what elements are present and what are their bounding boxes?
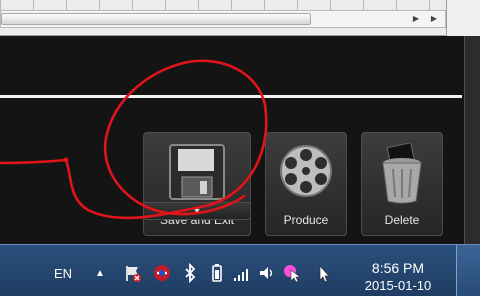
cursor-icon <box>319 265 330 283</box>
top-strip: ▶ ▶ <box>0 0 480 36</box>
antivirus-icon[interactable] <box>152 263 172 283</box>
right-frame <box>464 36 480 244</box>
scroll-right-arrow-icon[interactable]: ▶ <box>409 13 423 25</box>
volume-icon[interactable] <box>257 263 277 283</box>
clock-date: 2015-01-10 <box>364 278 432 293</box>
system-clock[interactable]: 8:56 PM 2015-01-10 <box>356 259 440 295</box>
horizontal-scrollbar[interactable]: ▶ ▶ <box>0 10 446 28</box>
show-desktop-button[interactable] <box>456 245 480 296</box>
language-indicator[interactable]: EN <box>54 266 72 281</box>
clock-time: 8:56 PM <box>371 260 425 276</box>
ruler <box>0 0 480 10</box>
timeline-track <box>0 95 462 98</box>
film-reel-icon <box>280 145 332 197</box>
produce-button[interactable]: Produce <box>265 132 347 236</box>
show-hidden-icons-button[interactable]: ▲ <box>95 268 105 279</box>
network-signal-icon[interactable] <box>232 263 252 283</box>
trash-bin-icon <box>382 143 422 204</box>
action-center-flag-icon[interactable] <box>123 263 143 283</box>
editor-panel: Save and Exit ▼ Produce Delete <box>0 36 464 244</box>
scrollbar-thumb[interactable] <box>1 13 311 25</box>
scroll-end-arrow-icon[interactable]: ▶ <box>427 13 441 25</box>
save-and-exit-button[interactable]: Save and Exit <box>143 132 251 236</box>
bluetooth-icon[interactable] <box>180 263 200 283</box>
save-options-dropdown-button[interactable]: ▼ <box>143 202 251 220</box>
floppy-disk-icon <box>169 144 225 200</box>
battery-icon[interactable] <box>207 263 227 283</box>
windows-taskbar: EN ▲ 8:56 PM 2015-01-10 <box>0 244 480 296</box>
pointer-utility-icon[interactable] <box>282 263 302 283</box>
right-edge-panel <box>446 0 480 36</box>
delete-button[interactable]: Delete <box>361 132 443 236</box>
produce-label: Produce <box>283 213 329 227</box>
delete-label: Delete <box>384 213 420 227</box>
